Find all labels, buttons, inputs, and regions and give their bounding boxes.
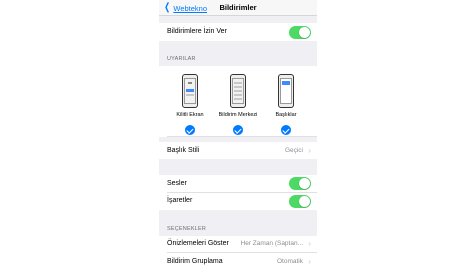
notification-center-preview-icon <box>230 74 246 108</box>
show-previews-label: Önizlemeleri Göster <box>167 240 229 247</box>
options-group: Önizlemeleri Göster Her Zaman (Saptan...… <box>159 236 317 266</box>
checkmark-icon <box>233 125 243 135</box>
alert-option-lock-screen[interactable]: Kilitli Ekran <box>168 74 212 135</box>
notification-grouping-label: Bildirim Gruplama <box>167 258 223 265</box>
alert-option-notification-center[interactable]: Bildirim Merkezi <box>216 74 260 135</box>
badges-label: İşaretler <box>167 197 193 204</box>
page-title: Bildirimler <box>219 3 257 12</box>
banner-style-value: Geçici <box>284 147 303 154</box>
alert-option-banners[interactable]: Başlıklar <box>264 74 308 135</box>
navigation-bar: ❮ Webtekno Bildirimler <box>159 0 317 16</box>
sounds-badges-group: Sesler İşaretler <box>159 175 317 210</box>
chevron-right-icon: › <box>308 145 311 155</box>
allow-notifications-label: Bildirimlere İzin Ver <box>167 28 227 35</box>
badges-toggle[interactable] <box>289 195 311 208</box>
alert-option-label: Başlıklar <box>275 112 297 118</box>
allow-notifications-toggle[interactable] <box>289 25 311 39</box>
chevron-right-icon: › <box>308 238 311 248</box>
options-section-header: SEÇENEKLER <box>167 226 206 232</box>
checkmark-icon <box>281 125 291 135</box>
notification-grouping-value: Otomatik <box>276 258 303 265</box>
checkmark-icon <box>185 125 195 135</box>
sounds-label: Sesler <box>167 180 187 187</box>
chevron-right-icon: › <box>308 256 311 266</box>
settings-screen: ❮ Webtekno Bildirimler Bildirimlere İzin… <box>159 0 317 266</box>
banners-preview-icon <box>278 74 294 108</box>
lock-screen-preview-icon <box>182 74 198 108</box>
allow-notifications-row: Bildirimlere İzin Ver <box>159 23 317 41</box>
divider <box>159 136 317 137</box>
show-previews-value: Her Zaman (Saptan... <box>240 240 304 247</box>
sounds-toggle[interactable] <box>289 177 311 190</box>
alerts-section-header: UYARILAR <box>167 56 196 62</box>
banner-style-row[interactable]: Başlık Stili Geçici › <box>159 142 317 159</box>
banner-style-label: Başlık Stili <box>167 147 200 154</box>
